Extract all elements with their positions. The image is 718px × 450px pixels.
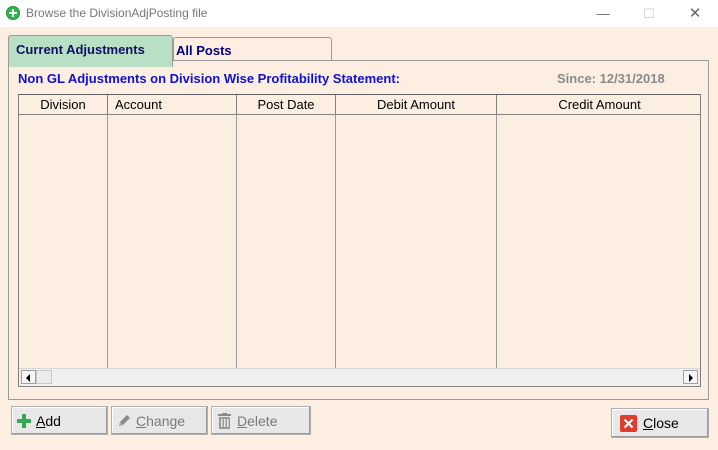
column-header-division[interactable]: Division (19, 95, 108, 114)
tab-label: Current Adjustments (16, 42, 145, 57)
since-date: Since: 12/31/2018 (557, 71, 665, 86)
scrollbar-thumb[interactable] (36, 370, 52, 384)
column-divider (236, 114, 237, 369)
column-header-credit-amount[interactable]: Credit Amount (497, 95, 700, 114)
change-button[interactable]: Change (111, 406, 208, 435)
trash-icon (218, 413, 231, 429)
dialog-body: Non GL Adjustments on Division Wise Prof… (0, 27, 718, 450)
plus-icon (17, 414, 31, 428)
delete-button[interactable]: Delete (211, 406, 311, 435)
title-bar: Browse the DivisionAdjPosting file — ☐ ✕ (0, 0, 718, 27)
tab-current-adjustments[interactable]: Current Adjustments (8, 35, 173, 67)
accelerator-letter: D (237, 413, 248, 429)
column-divider (496, 114, 497, 369)
horizontal-scrollbar[interactable] (19, 368, 700, 386)
column-header-debit-amount[interactable]: Debit Amount (336, 95, 497, 114)
window-title: Browse the DivisionAdjPosting file (26, 6, 208, 20)
close-button[interactable]: Close (611, 408, 709, 438)
accelerator-letter: C (136, 413, 147, 429)
table-header: Division Account Post Date Debit Amount … (19, 95, 700, 115)
accelerator-letter: A (36, 413, 46, 429)
minimize-button[interactable]: — (580, 0, 626, 27)
close-button-label: lose (653, 415, 679, 431)
tab-panel: Non GL Adjustments on Division Wise Prof… (8, 60, 709, 400)
add-button-label: dd (45, 413, 61, 429)
maximize-button[interactable]: ☐ (626, 0, 672, 27)
delete-button-label: elete (247, 413, 278, 429)
app-icon (6, 6, 20, 20)
accelerator-letter: C (643, 415, 654, 431)
scroll-left-arrow-icon[interactable] (21, 370, 36, 384)
adjustments-table[interactable]: Division Account Post Date Debit Amount … (18, 94, 701, 387)
change-button-label: hange (146, 413, 186, 429)
tab-label: All Posts (176, 43, 232, 58)
column-divider (335, 114, 336, 369)
scroll-right-arrow-icon[interactable] (683, 370, 698, 384)
pencil-icon (117, 413, 132, 428)
panel-heading: Non GL Adjustments on Division Wise Prof… (18, 71, 400, 86)
close-x-icon (620, 415, 637, 432)
column-header-account[interactable]: Account (108, 95, 237, 114)
tab-all-posts[interactable]: All Posts (173, 37, 332, 60)
column-divider (107, 114, 108, 369)
close-window-button[interactable]: ✕ (672, 0, 718, 27)
add-button[interactable]: Add (11, 406, 108, 435)
column-header-post-date[interactable]: Post Date (237, 95, 336, 114)
